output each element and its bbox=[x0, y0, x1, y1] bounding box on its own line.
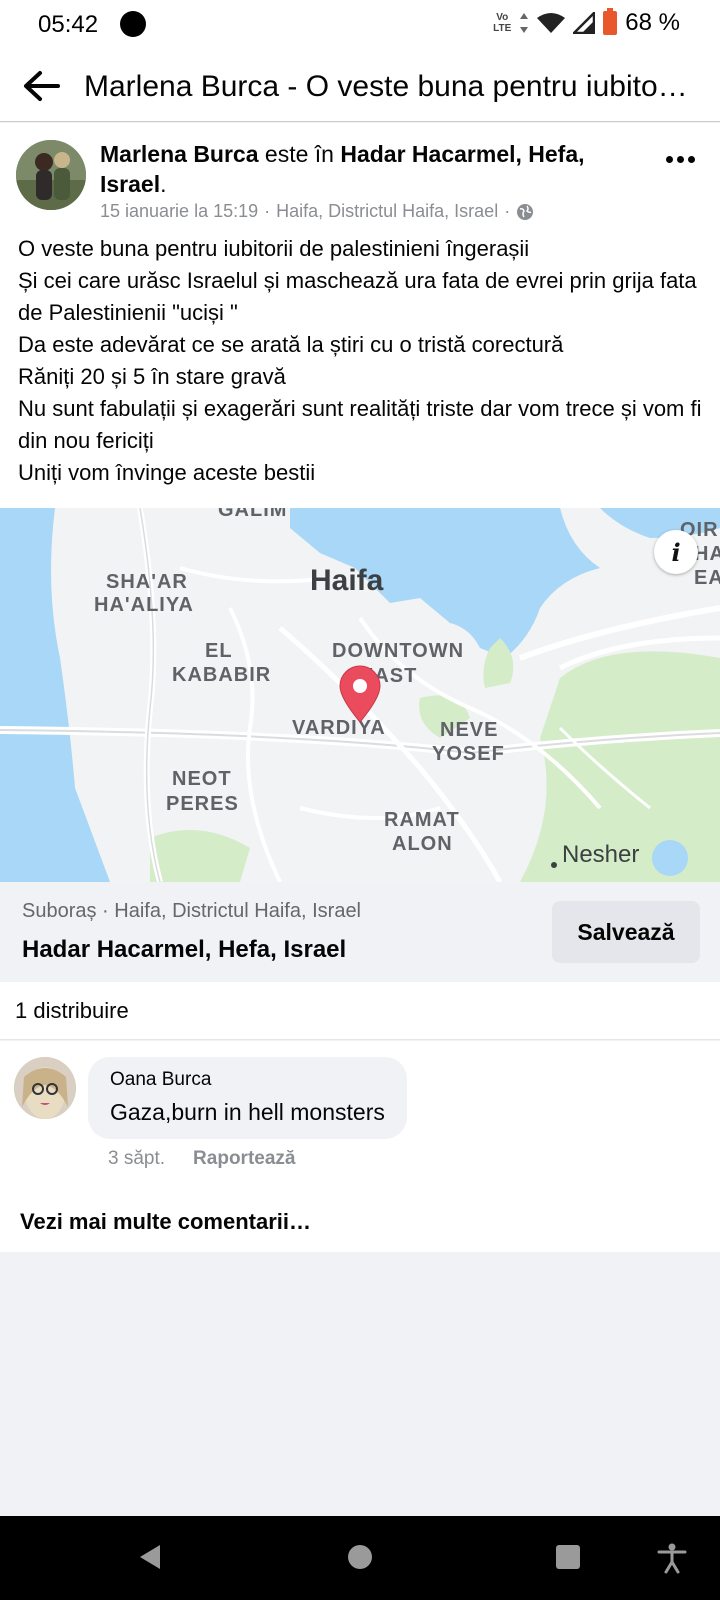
comment-text: Gaza,burn in hell monsters bbox=[110, 1099, 385, 1125]
post-author-name[interactable]: Marlena Burca bbox=[100, 141, 259, 167]
wifi-icon bbox=[537, 13, 566, 33]
commenter-avatar[interactable] bbox=[14, 1057, 76, 1119]
comment-bubble[interactable]: Oana Burca Gaza,burn in hell monsters bbox=[88, 1057, 407, 1139]
map-label-haaliya: HA'ALIYA bbox=[94, 594, 194, 616]
status-bar: 05:42 Vo LTE 68 % bbox=[0, 0, 720, 50]
dot-icon bbox=[676, 155, 684, 163]
page-title: Marlena Burca - O veste buna pentru iubi… bbox=[84, 70, 694, 103]
nesher-dot-icon bbox=[551, 862, 557, 868]
back-button[interactable] bbox=[20, 64, 64, 108]
map-label-galim: GALIM bbox=[218, 508, 287, 521]
volte-top-label: Vo bbox=[496, 12, 509, 23]
post-line: Nu sunt fabulații și exagerări sunt real… bbox=[18, 396, 702, 453]
view-more-comments-link[interactable]: Vezi mai multe comentarii… bbox=[20, 1209, 311, 1235]
post-options-button[interactable] bbox=[662, 147, 698, 171]
map-label-el: EL bbox=[205, 640, 233, 662]
volte-icon: Vo LTE bbox=[493, 12, 511, 34]
status-icons: Vo LTE 68 % bbox=[493, 8, 680, 37]
comment-time[interactable]: 3 săpt. bbox=[108, 1148, 165, 1170]
post-body: O veste buna pentru iubitorii de palesti… bbox=[18, 233, 708, 489]
post-line: Da este adevărat ce se arată la știri cu… bbox=[18, 332, 564, 357]
location-map[interactable]: GALIM SHA'AR HA'ALIYA EL KABABIR DOWNTOW… bbox=[0, 508, 720, 882]
map-label-kababir: KABABIR bbox=[172, 664, 271, 686]
map-label-nesher: Nesher bbox=[562, 841, 639, 868]
post-action-text: este în bbox=[258, 141, 341, 167]
volte-bottom-label: LTE bbox=[493, 23, 512, 34]
post-meta: 15 ianuarie la 15:19 · Haifa, Districtul… bbox=[100, 201, 534, 222]
map-label-neot: NEOT bbox=[172, 768, 232, 790]
avatar-photo bbox=[16, 140, 86, 210]
place-subtitle: Suboraș · Haifa, Districtul Haifa, Israe… bbox=[22, 900, 362, 922]
dot-icon bbox=[665, 155, 673, 163]
globe-icon bbox=[517, 203, 534, 220]
nav-recents-icon[interactable] bbox=[554, 1542, 582, 1572]
commenter-photo bbox=[14, 1057, 76, 1119]
notification-dot-icon bbox=[120, 11, 146, 37]
map-label-haifa: Haifa bbox=[310, 564, 384, 597]
nav-back-icon[interactable] bbox=[136, 1542, 164, 1572]
shares-bar: 1 distribuire bbox=[0, 982, 720, 1040]
status-time: 05:42 bbox=[38, 11, 99, 38]
map-label-downtown: DOWNTOWN bbox=[332, 640, 464, 662]
place-name: Hadar Hacarmel, Hefa, Israel bbox=[22, 936, 347, 963]
signal-icon bbox=[573, 12, 596, 34]
comment-actions: 3 săpt. Raportează bbox=[108, 1148, 295, 1170]
author-avatar[interactable] bbox=[16, 140, 86, 210]
post-line: Și cei care urăsc Israelul și maschează … bbox=[18, 268, 697, 325]
save-place-button[interactable]: Salvează bbox=[552, 901, 700, 963]
post-date[interactable]: 15 ianuarie la 15:19 bbox=[100, 201, 258, 222]
place-bar[interactable]: Suboraș · Haifa, Districtul Haifa, Israe… bbox=[0, 882, 720, 981]
post-line: Uniți vom învinge aceste bestii bbox=[18, 460, 316, 485]
nav-home-icon[interactable] bbox=[346, 1542, 374, 1572]
post-line: O veste buna pentru iubitorii de palesti… bbox=[18, 236, 530, 261]
app-header: Marlena Burca - O veste buna pentru iubi… bbox=[0, 50, 720, 122]
report-comment-button[interactable]: Raportează bbox=[193, 1148, 295, 1170]
meta-separator: · bbox=[504, 201, 511, 221]
map-info-button[interactable]: i bbox=[654, 530, 698, 574]
map-label-vardiya: VARDIYA bbox=[292, 717, 386, 739]
shares-count[interactable]: 1 distribuire bbox=[15, 998, 129, 1024]
accessibility-icon[interactable] bbox=[656, 1542, 688, 1574]
map-canvas: GALIM SHA'AR HA'ALIYA EL KABABIR DOWNTOW… bbox=[0, 508, 720, 882]
map-label-alon: ALON bbox=[392, 833, 453, 855]
dot-icon bbox=[687, 155, 695, 163]
map-label-edge3: EA bbox=[694, 567, 720, 589]
comment-author[interactable]: Oana Burca bbox=[110, 1069, 385, 1091]
data-arrows-icon bbox=[520, 13, 529, 33]
battery-icon bbox=[603, 8, 618, 35]
system-nav-bar bbox=[0, 1516, 720, 1600]
map-label-shaar: SHA'AR bbox=[106, 571, 188, 593]
meta-separator: · bbox=[264, 201, 271, 221]
map-label-ramat: RAMAT bbox=[384, 809, 460, 831]
post-header-text: Marlena Burca este în Hadar Hacarmel, He… bbox=[100, 139, 640, 199]
map-label-yosef: YOSEF bbox=[432, 743, 505, 765]
post-card: Marlena Burca este în Hadar Hacarmel, He… bbox=[0, 123, 720, 981]
battery-level: 68 % bbox=[625, 9, 680, 36]
post-place-meta[interactable]: Haifa, Districtul Haifa, Israel bbox=[276, 201, 498, 222]
map-label-neve: NEVE bbox=[440, 719, 498, 741]
post-line: Răniți 20 și 5 în stare gravă bbox=[18, 364, 286, 389]
post-period: . bbox=[160, 171, 167, 197]
back-arrow-icon bbox=[24, 71, 60, 101]
comments-section: Oana Burca Gaza,burn in hell monsters 3 … bbox=[0, 1041, 720, 1252]
map-label-peres: PERES bbox=[166, 793, 239, 815]
